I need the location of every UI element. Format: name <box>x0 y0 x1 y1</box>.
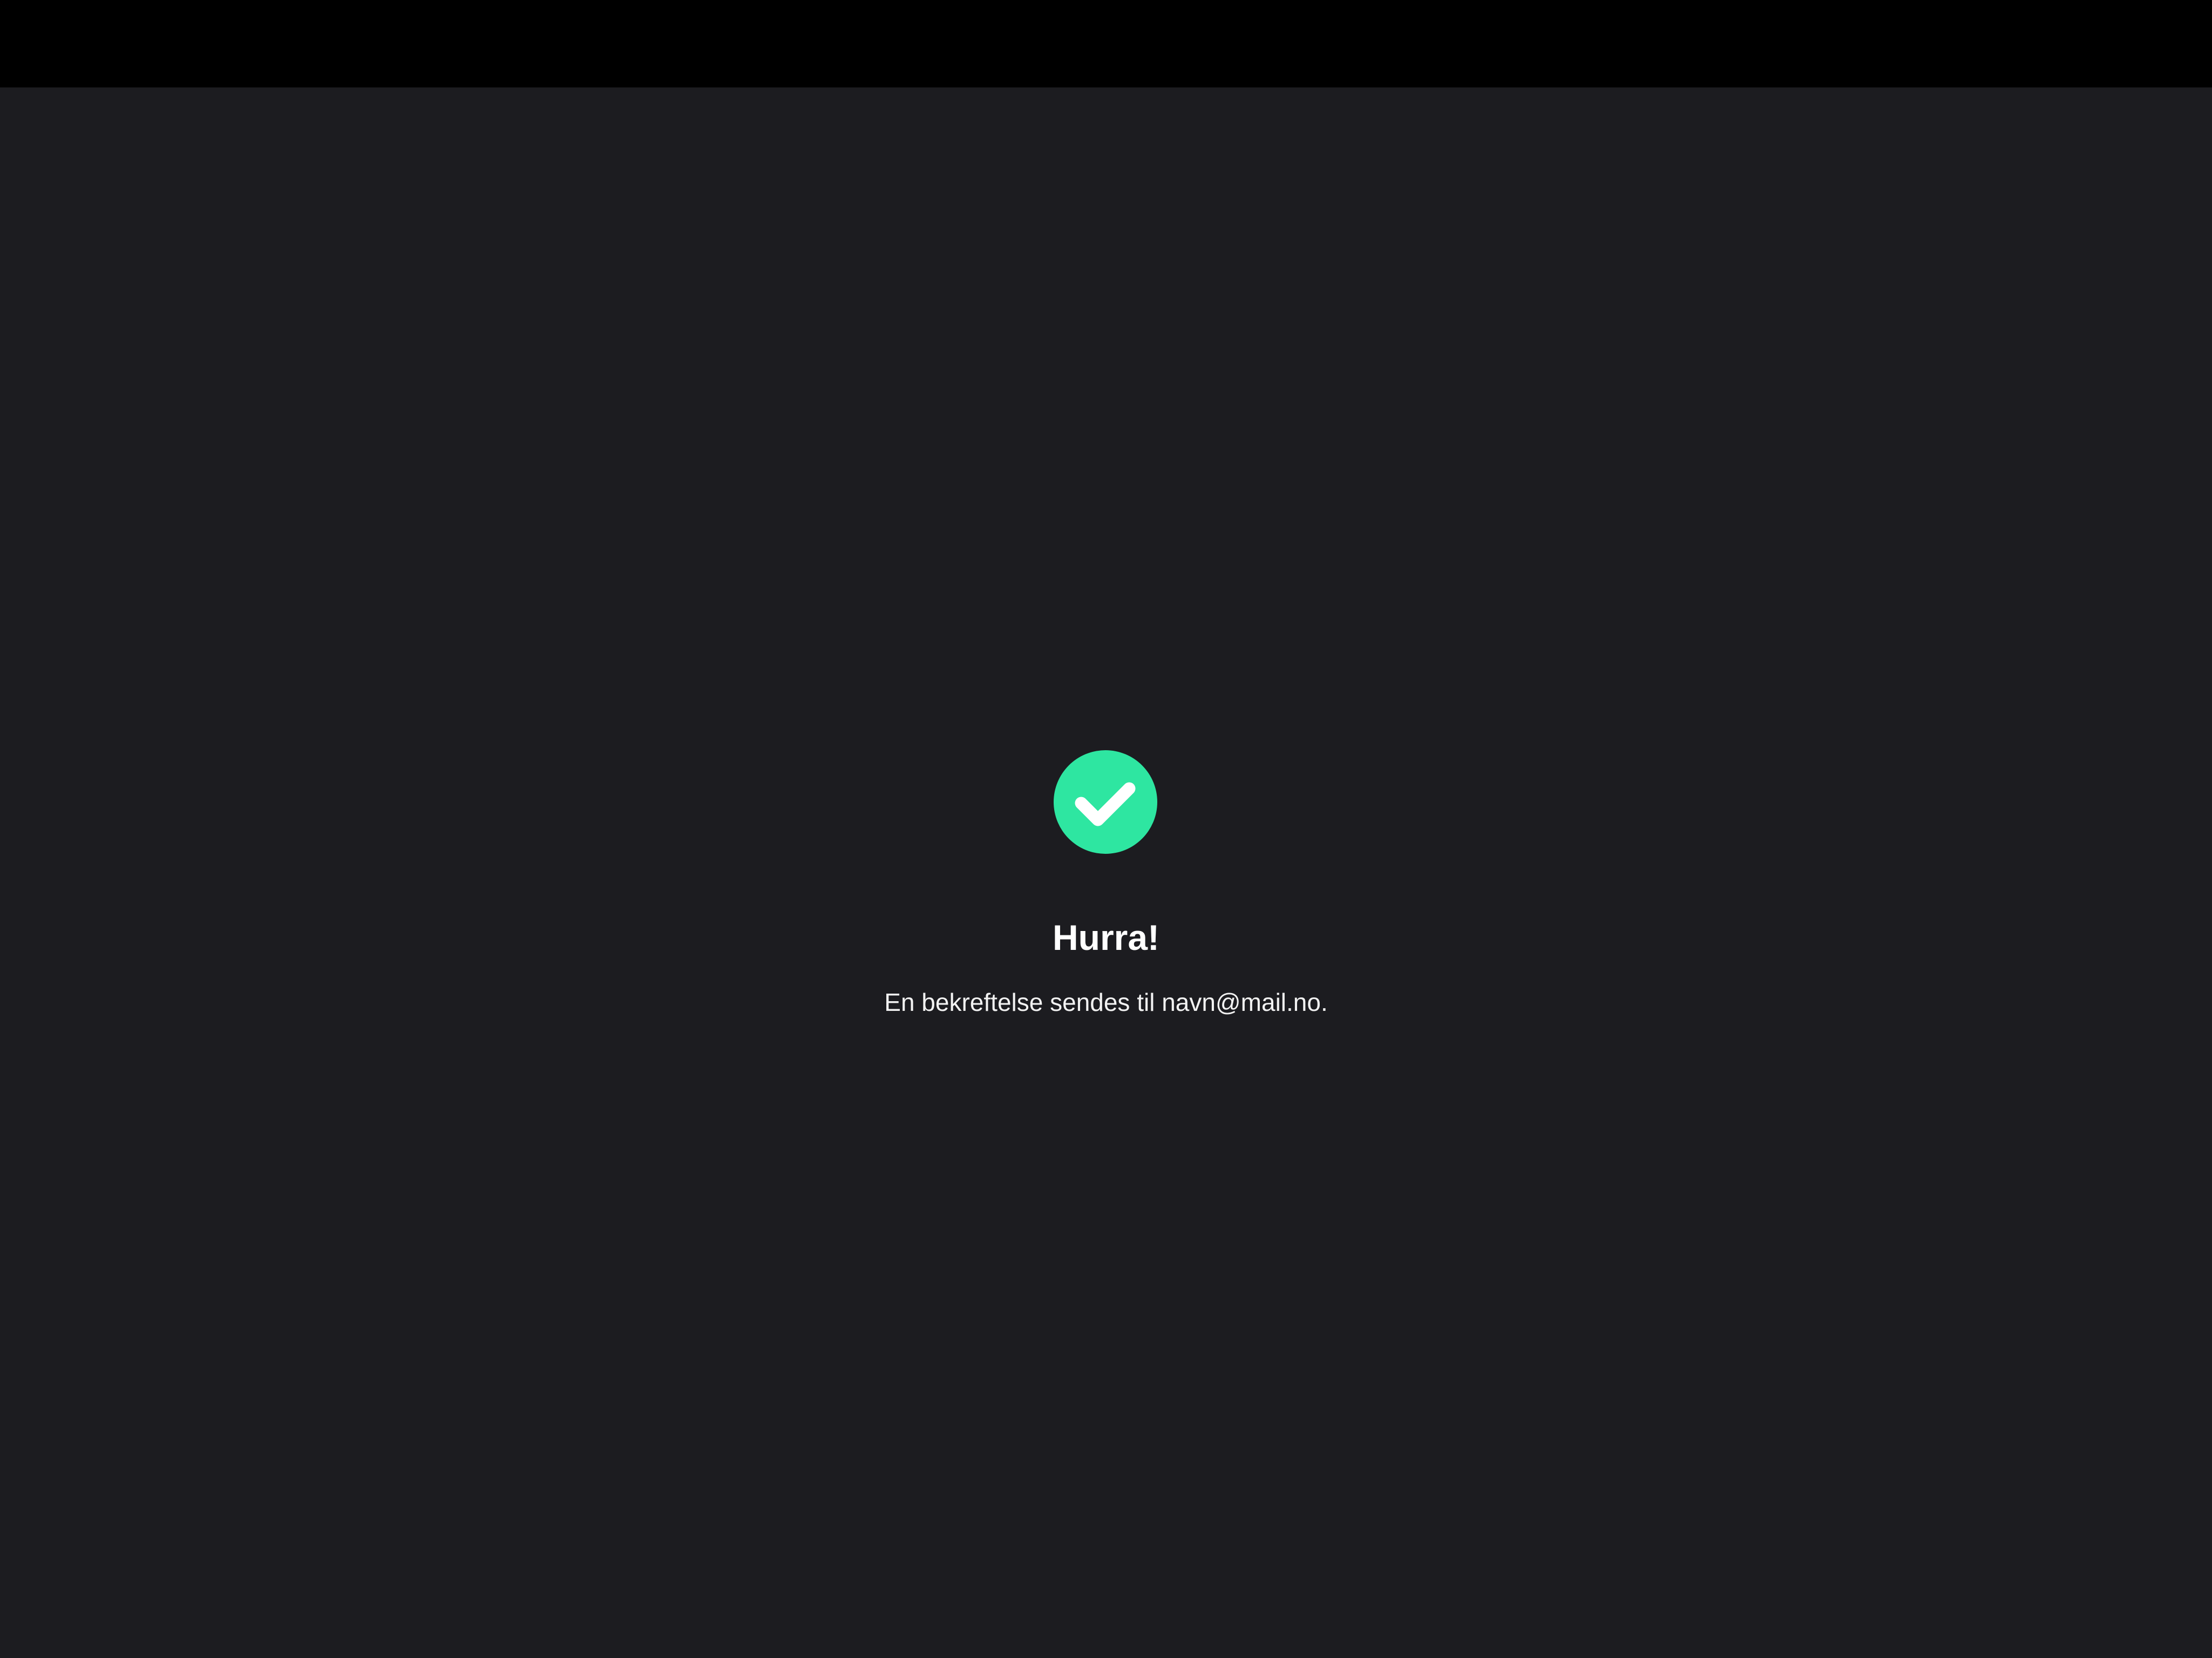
status-bar <box>0 0 2212 87</box>
check-circle-icon <box>1054 750 1157 854</box>
confirmation-screen <box>0 87 2212 1658</box>
confirmation-message: En bekreftelse sendes til navn@mail.no. <box>884 988 1328 1016</box>
confirmation-title: Hurra! <box>1052 918 1160 958</box>
